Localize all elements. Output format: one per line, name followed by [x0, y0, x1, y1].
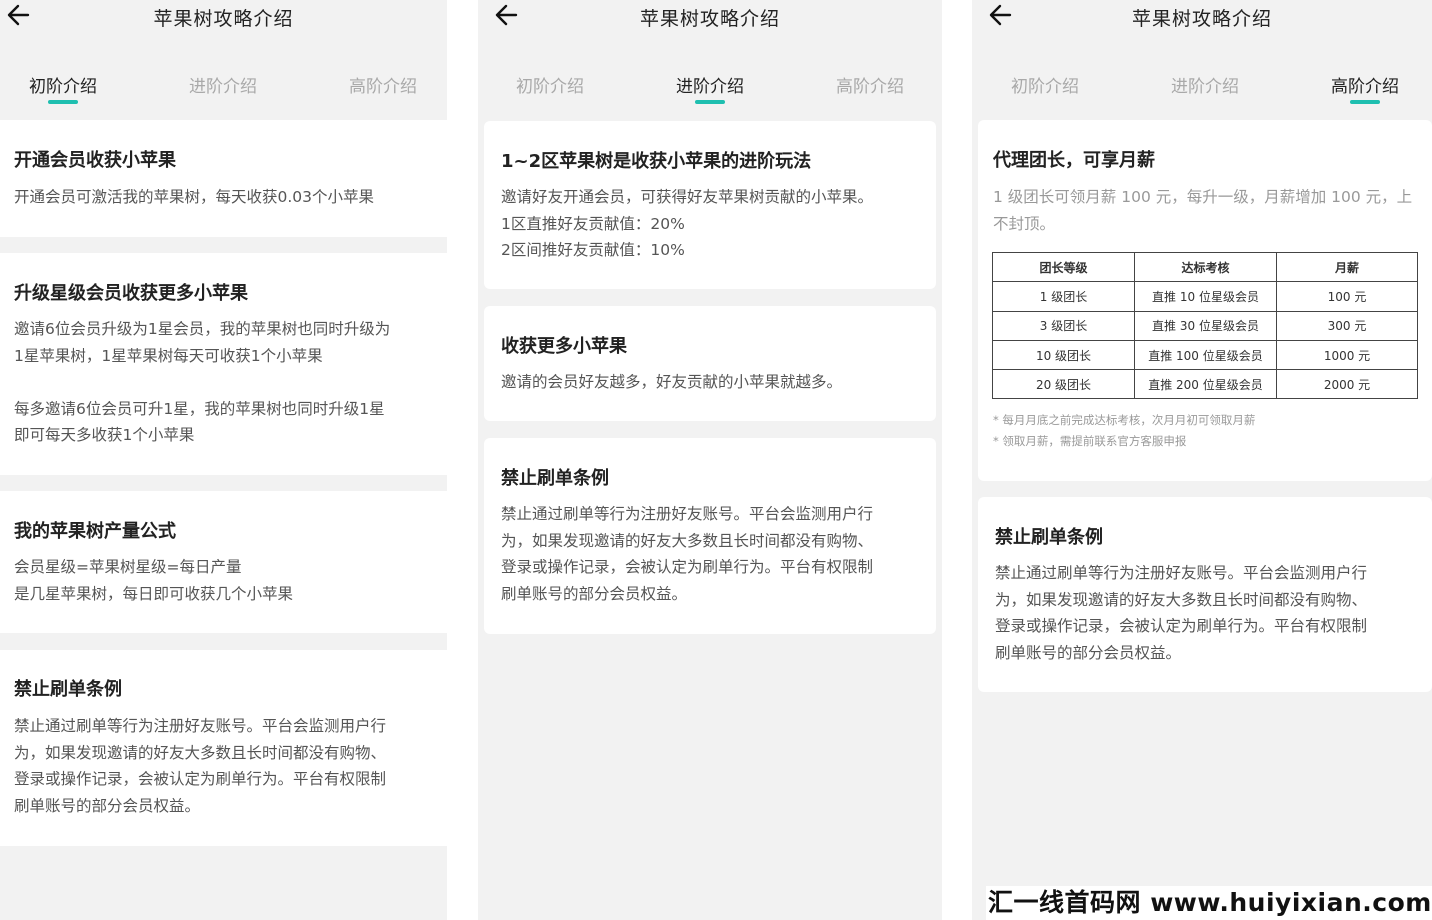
- card-title: 开通会员收获小苹果: [14, 150, 176, 171]
- table-cell: 2000 元: [1276, 369, 1418, 400]
- text-line: 1星苹果树，1星苹果树每天可收获1个小苹果: [14, 346, 323, 365]
- card-open-membership: 开通会员收获小苹果 开通会员可激活我的苹果树，每天收获0.03个小苹果: [0, 120, 447, 237]
- screen-advanced-intro: 苹果树攻略介绍 初阶介绍 进阶介绍 高阶介绍 1~2区苹果树是收获小苹果的进阶玩…: [478, 0, 942, 920]
- tab-advanced[interactable]: 进阶介绍: [1145, 72, 1265, 97]
- table-cell: 直推 200 位星级会员: [1134, 369, 1277, 400]
- tab-expert[interactable]: 高阶介绍: [1305, 72, 1425, 104]
- card-title: 收获更多小苹果: [501, 336, 627, 357]
- card-anti-fraud: 禁止刷单条例 禁止通过刷单等行为注册好友账号。平台会监测用户行 为，如果发现邀请…: [484, 438, 936, 634]
- text-line: 为，如果发现邀请的好友大多数且长时间都没有购物、: [501, 531, 874, 550]
- table-cell: 100 元: [1276, 281, 1418, 312]
- card-text: 禁止通过刷单等行为注册好友账号。平台会监测用户行 为，如果发现邀请的好友大多数且…: [995, 560, 1367, 666]
- card-title: 禁止刷单条例: [995, 527, 1103, 548]
- table-row: 1 级团长 直推 10 位星级会员 100 元: [992, 281, 1418, 312]
- text-line: 邀请好友开通会员，可获得好友苹果树贡献的小苹果。: [501, 188, 874, 206]
- tab-expert[interactable]: 高阶介绍: [323, 72, 443, 97]
- card-anti-fraud: 禁止刷单条例 禁止通过刷单等行为注册好友账号。平台会监测用户行 为，如果发现邀请…: [978, 497, 1432, 692]
- text-line: 1区直推好友贡献值：20%: [501, 214, 685, 233]
- text-line: 禁止通过刷单等行为注册好友账号。平台会监测用户行: [995, 564, 1368, 582]
- card-yield-formula: 我的苹果树产量公式 会员星级=苹果树星级=每日产量 是几星苹果树，每日即可收获几…: [0, 491, 447, 633]
- text-line: 为，如果发现邀请的好友大多数且长时间都没有购物、: [995, 590, 1368, 609]
- table-row: 10 级团长 直推 100 位星级会员 1000 元: [992, 339, 1418, 371]
- card-zone-play: 1~2区苹果树是收获小苹果的进阶玩法 邀请好友开通会员，可获得好友苹果树贡献的小…: [484, 121, 936, 289]
- tab-basic[interactable]: 初阶介绍: [985, 72, 1105, 97]
- page-title: 苹果树攻略介绍: [639, 8, 780, 30]
- footnote: * 领取月薪，需提前联系官方客服申报: [993, 434, 1187, 448]
- column-header: 月薪: [1276, 251, 1418, 283]
- card-title: 1~2区苹果树是收获小苹果的进阶玩法: [501, 151, 812, 172]
- watermark: 汇一线首码网 www.huiyixian.com: [986, 886, 1432, 920]
- tab-expert[interactable]: 高阶介绍: [810, 72, 930, 97]
- header: 苹果树攻略介绍 初阶介绍 进阶介绍 高阶介绍: [0, 0, 447, 120]
- card-text: 邀请6位会员升级为1星会员，我的苹果树也同时升级为 1星苹果树，1星苹果树每天可…: [14, 316, 390, 449]
- tab-bar: 初阶介绍 进阶介绍 高阶介绍: [0, 72, 447, 106]
- text-line: 刷单账号的部分会员权益。: [995, 643, 1182, 662]
- screen-expert-intro: 苹果树攻略介绍 初阶介绍 进阶介绍 高阶介绍 代理团长，可享月薪 1 级团长可领…: [972, 0, 1432, 920]
- column-header: 达标考核: [1134, 251, 1277, 283]
- card-more-apples: 收获更多小苹果 邀请的会员好友越多，好友贡献的小苹果就越多。: [484, 306, 936, 421]
- table-header-row: 团长等级 达标考核 月薪: [992, 251, 1418, 283]
- table-row: 3 级团长 直推 30 位星级会员 300 元: [992, 310, 1418, 341]
- table-cell: 1 级团长: [992, 281, 1135, 312]
- text-line: 禁止通过刷单等行为注册好友账号。平台会监测用户行: [501, 505, 874, 523]
- table-cell: 直推 100 位星级会员: [1134, 339, 1277, 371]
- table-cell: 20 级团长: [992, 369, 1135, 400]
- card-team-leader-salary: 代理团长，可享月薪 1 级团长可领月薪 100 元，每升一级，月薪增加 100 …: [978, 120, 1432, 481]
- text-line: 每多邀请6位会员可升1星，我的苹果树也同时升级1星: [14, 399, 385, 418]
- card-text: 会员星级=苹果树星级=每日产量 是几星苹果树，每日即可收获几个小苹果: [14, 554, 293, 607]
- card-title: 我的苹果树产量公式: [14, 521, 176, 542]
- card-title: 升级星级会员收获更多小苹果: [14, 283, 248, 304]
- card-text: 邀请的会员好友越多，好友贡献的小苹果就越多。: [501, 369, 842, 396]
- table-cell: 10 级团长: [992, 339, 1135, 371]
- text-line: 为，如果发现邀请的好友大多数且长时间都没有购物、: [14, 743, 387, 762]
- text-line: 不封顶。: [993, 214, 1056, 233]
- text-line: 邀请6位会员升级为1星会员，我的苹果树也同时升级为: [14, 320, 391, 338]
- card-text: 邀请好友开通会员，可获得好友苹果树贡献的小苹果。 1区直推好友贡献值：20% 2…: [501, 184, 873, 264]
- card-text: 1 级团长可领月薪 100 元，每升一级，月薪增加 100 元，上 不封顶。: [993, 184, 1412, 237]
- card-title: 禁止刷单条例: [14, 679, 122, 700]
- column-header: 团长等级: [992, 251, 1135, 283]
- table-cell: 直推 10 位星级会员: [1134, 281, 1277, 312]
- tab-bar: 初阶介绍 进阶介绍 高阶介绍: [972, 72, 1432, 106]
- table-cell: 1000 元: [1276, 339, 1418, 371]
- page-title: 苹果树攻略介绍: [1131, 8, 1272, 30]
- tab-bar: 初阶介绍 进阶介绍 高阶介绍: [478, 72, 942, 106]
- screen-basic-intro: 苹果树攻略介绍 初阶介绍 进阶介绍 高阶介绍 开通会员收获小苹果 开通会员可激活…: [0, 0, 447, 920]
- table-row: 20 级团长 直推 200 位星级会员 2000 元: [992, 369, 1418, 400]
- salary-table: 团长等级 达标考核 月薪 1 级团长 直推 10 位星级会员 100 元 3 级团长…: [992, 251, 1418, 400]
- text-line: 1 级团长可领月薪 100 元，每升一级，月薪增加 100 元，上: [993, 188, 1413, 206]
- tab-basic[interactable]: 初阶介绍: [3, 72, 123, 104]
- tab-basic[interactable]: 初阶介绍: [490, 72, 610, 97]
- text-line: 开通会员可激活我的苹果树，每天收获0.03个小苹果: [14, 188, 375, 206]
- text-line: 即可每天多收获1个小苹果: [14, 426, 195, 444]
- text-line: 登录或操作记录，会被认定为刷单行为。平台有权限制: [14, 770, 387, 788]
- header: 苹果树攻略介绍 初阶介绍 进阶介绍 高阶介绍: [972, 0, 1432, 120]
- card-anti-fraud: 禁止刷单条例 禁止通过刷单等行为注册好友账号。平台会监测用户行 为，如果发现邀请…: [0, 650, 447, 846]
- text-line: 禁止通过刷单等行为注册好友账号。平台会监测用户行: [14, 717, 387, 735]
- text-line: 邀请的会员好友越多，好友贡献的小苹果就越多。: [501, 373, 843, 391]
- card-text: 开通会员可激活我的苹果树，每天收获0.03个小苹果: [14, 184, 374, 211]
- footnote: * 每月月底之前完成达标考核，次月月初可领取月薪: [993, 413, 1256, 427]
- text-line: 刷单账号的部分会员权益。: [14, 796, 201, 815]
- card-upgrade-star: 升级星级会员收获更多小苹果 邀请6位会员升级为1星会员，我的苹果树也同时升级为 …: [0, 253, 447, 475]
- text-line: 2区间推好友贡献值：10%: [501, 241, 685, 259]
- text-line: 登录或操作记录，会被认定为刷单行为。平台有权限制: [995, 617, 1368, 635]
- tab-advanced[interactable]: 进阶介绍: [163, 72, 283, 97]
- table-cell: 300 元: [1276, 310, 1418, 341]
- text-line: [14, 369, 390, 396]
- card-text: 禁止通过刷单等行为注册好友账号。平台会监测用户行 为，如果发现邀请的好友大多数且…: [501, 501, 873, 607]
- table-cell: 3 级团长: [992, 310, 1135, 341]
- header: 苹果树攻略介绍 初阶介绍 进阶介绍 高阶介绍: [478, 0, 942, 120]
- text-line: 登录或操作记录，会被认定为刷单行为。平台有权限制: [501, 558, 874, 576]
- tab-advanced[interactable]: 进阶介绍: [650, 72, 770, 104]
- card-title: 禁止刷单条例: [501, 468, 609, 489]
- text-line: 是几星苹果树，每日即可收获几个小苹果: [14, 584, 294, 603]
- table-cell: 直推 30 位星级会员: [1134, 310, 1277, 341]
- text-line: 会员星级=苹果树星级=每日产量: [14, 558, 242, 576]
- text-line: 刷单账号的部分会员权益。: [501, 584, 688, 603]
- page-title: 苹果树攻略介绍: [153, 8, 294, 30]
- card-title: 代理团长，可享月薪: [993, 150, 1155, 171]
- card-text: 禁止通过刷单等行为注册好友账号。平台会监测用户行 为，如果发现邀请的好友大多数且…: [14, 713, 386, 819]
